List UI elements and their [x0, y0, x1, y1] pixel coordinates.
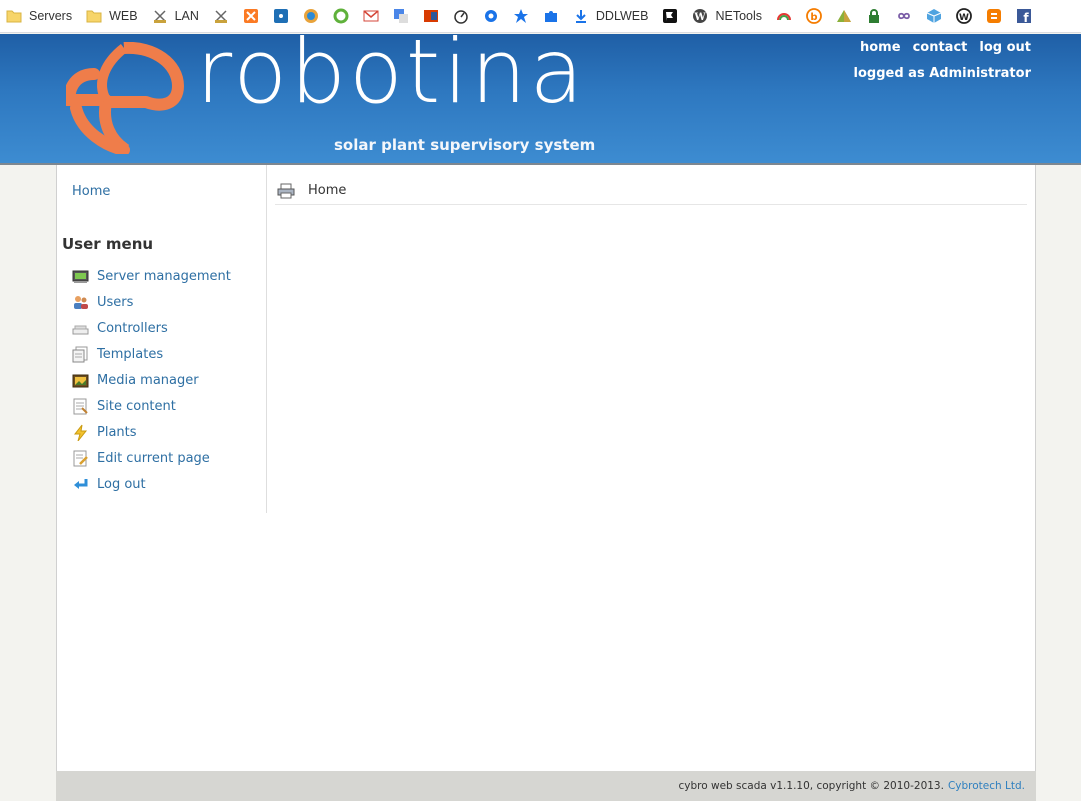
page-body: Home User menu Server management Users C… [56, 165, 1036, 771]
bookmark-flag[interactable] [662, 2, 678, 30]
users-icon [72, 294, 89, 311]
page-footer: cybro web scada v1.1.10, copyright © 201… [56, 771, 1036, 801]
user-menu-title: User menu [62, 235, 154, 253]
bookmark-lan[interactable]: LAN [152, 2, 199, 30]
logged-user-status: logged as Administrator [853, 66, 1031, 81]
menu-item-label: Media manager [97, 372, 199, 388]
svg-text:W: W [959, 13, 969, 23]
menu-item-site-content[interactable]: Site content [72, 393, 231, 419]
svg-text:b: b [810, 12, 817, 23]
menu-item-media-manager[interactable]: Media manager [72, 367, 231, 393]
robotina-logo-icon [63, 41, 186, 158]
bookmark-b[interactable]: b [806, 2, 822, 30]
menu-item-label: Templates [97, 346, 164, 362]
menu-item-label: Controllers [97, 320, 168, 336]
logo-wordmark: robotina [196, 20, 587, 123]
bookmark-cube[interactable] [926, 2, 942, 30]
menu-item-templates[interactable]: Templates [72, 341, 231, 367]
bookmark-label: Servers [29, 9, 73, 23]
menu-item-log-out[interactable]: Log out [72, 471, 231, 497]
menu-item-label: Plants [97, 424, 137, 440]
menu-item-label: Log out [97, 476, 146, 492]
media-icon [72, 372, 89, 389]
sidebar: Home User menu Server management Users C… [57, 165, 267, 513]
w-circle-icon: W [956, 8, 972, 24]
menu-item-edit-current-page[interactable]: Edit current page [72, 445, 231, 471]
bookmark-pyramid[interactable] [836, 2, 852, 30]
home-link[interactable]: home [860, 40, 901, 55]
menu-item-label: Users [97, 294, 134, 310]
top-navigation: home contact log out [860, 40, 1031, 55]
lock-icon [866, 8, 882, 24]
pyramid-icon [836, 8, 852, 24]
printer-icon[interactable] [277, 183, 295, 199]
menu-item-server-management[interactable]: Server management [72, 263, 231, 289]
menu-item-label: Edit current page [97, 450, 210, 466]
folder-icon [6, 8, 22, 24]
menu-item-users[interactable]: Users [72, 289, 231, 315]
svg-text:W: W [694, 12, 707, 23]
bookmark-facebook[interactable]: f [1016, 2, 1032, 30]
bookmark-blogger[interactable] [986, 2, 1002, 30]
svg-text:f: f [1023, 11, 1029, 24]
bookmark-servers[interactable]: Servers [6, 2, 72, 30]
flag-icon [662, 8, 678, 24]
logout-arrow-icon [72, 476, 89, 493]
bookmark-infinity[interactable] [896, 2, 912, 30]
site-header: robotina solar plant supervisory system … [0, 28, 1081, 165]
contact-link[interactable]: contact [913, 40, 968, 55]
bookmark-label: NETools [715, 9, 762, 23]
bookmark-w[interactable]: W [956, 2, 972, 30]
bookmark-label: DDLWEB [595, 9, 649, 23]
footer-copyright: cybro web scada v1.1.10, copyright © 201… [678, 780, 944, 792]
blogger-icon [986, 8, 1002, 24]
controller-icon [72, 320, 89, 337]
templates-icon [72, 346, 89, 363]
edit-page-icon [72, 450, 89, 467]
facebook-icon: f [1016, 8, 1032, 25]
site-content-icon [72, 398, 89, 415]
breadcrumb: Home [275, 177, 1027, 205]
wordpress-icon: W [692, 8, 708, 24]
main-content: Home [275, 177, 1027, 205]
menu-item-label: Site content [97, 398, 176, 414]
bookmark-web[interactable]: WEB [86, 2, 138, 30]
bookmark-lock[interactable] [866, 2, 882, 30]
folder-icon [86, 8, 102, 24]
breadcrumb-current: Home [308, 183, 347, 198]
lightning-icon [72, 424, 89, 441]
user-menu: Server management Users Controllers Temp… [72, 263, 231, 497]
site-tagline: solar plant supervisory system [334, 136, 596, 154]
menu-item-controllers[interactable]: Controllers [72, 315, 231, 341]
rainbow-icon [776, 8, 792, 24]
server-icon [72, 268, 89, 285]
b-circle-icon: b [806, 8, 822, 24]
network-icon [152, 8, 168, 24]
bookmark-label: WEB [109, 9, 138, 23]
menu-item-label: Server management [97, 268, 231, 284]
footer-company-link[interactable]: Cybrotech Ltd. [948, 780, 1025, 792]
cube-icon [926, 8, 942, 24]
menu-item-plants[interactable]: Plants [72, 419, 231, 445]
bookmark-rainbow[interactable] [776, 2, 792, 30]
logout-link[interactable]: log out [979, 40, 1031, 55]
infinity-icon [896, 8, 912, 24]
sidebar-home-link[interactable]: Home [72, 184, 110, 199]
bookmark-netools[interactable]: W NETools [692, 2, 762, 30]
